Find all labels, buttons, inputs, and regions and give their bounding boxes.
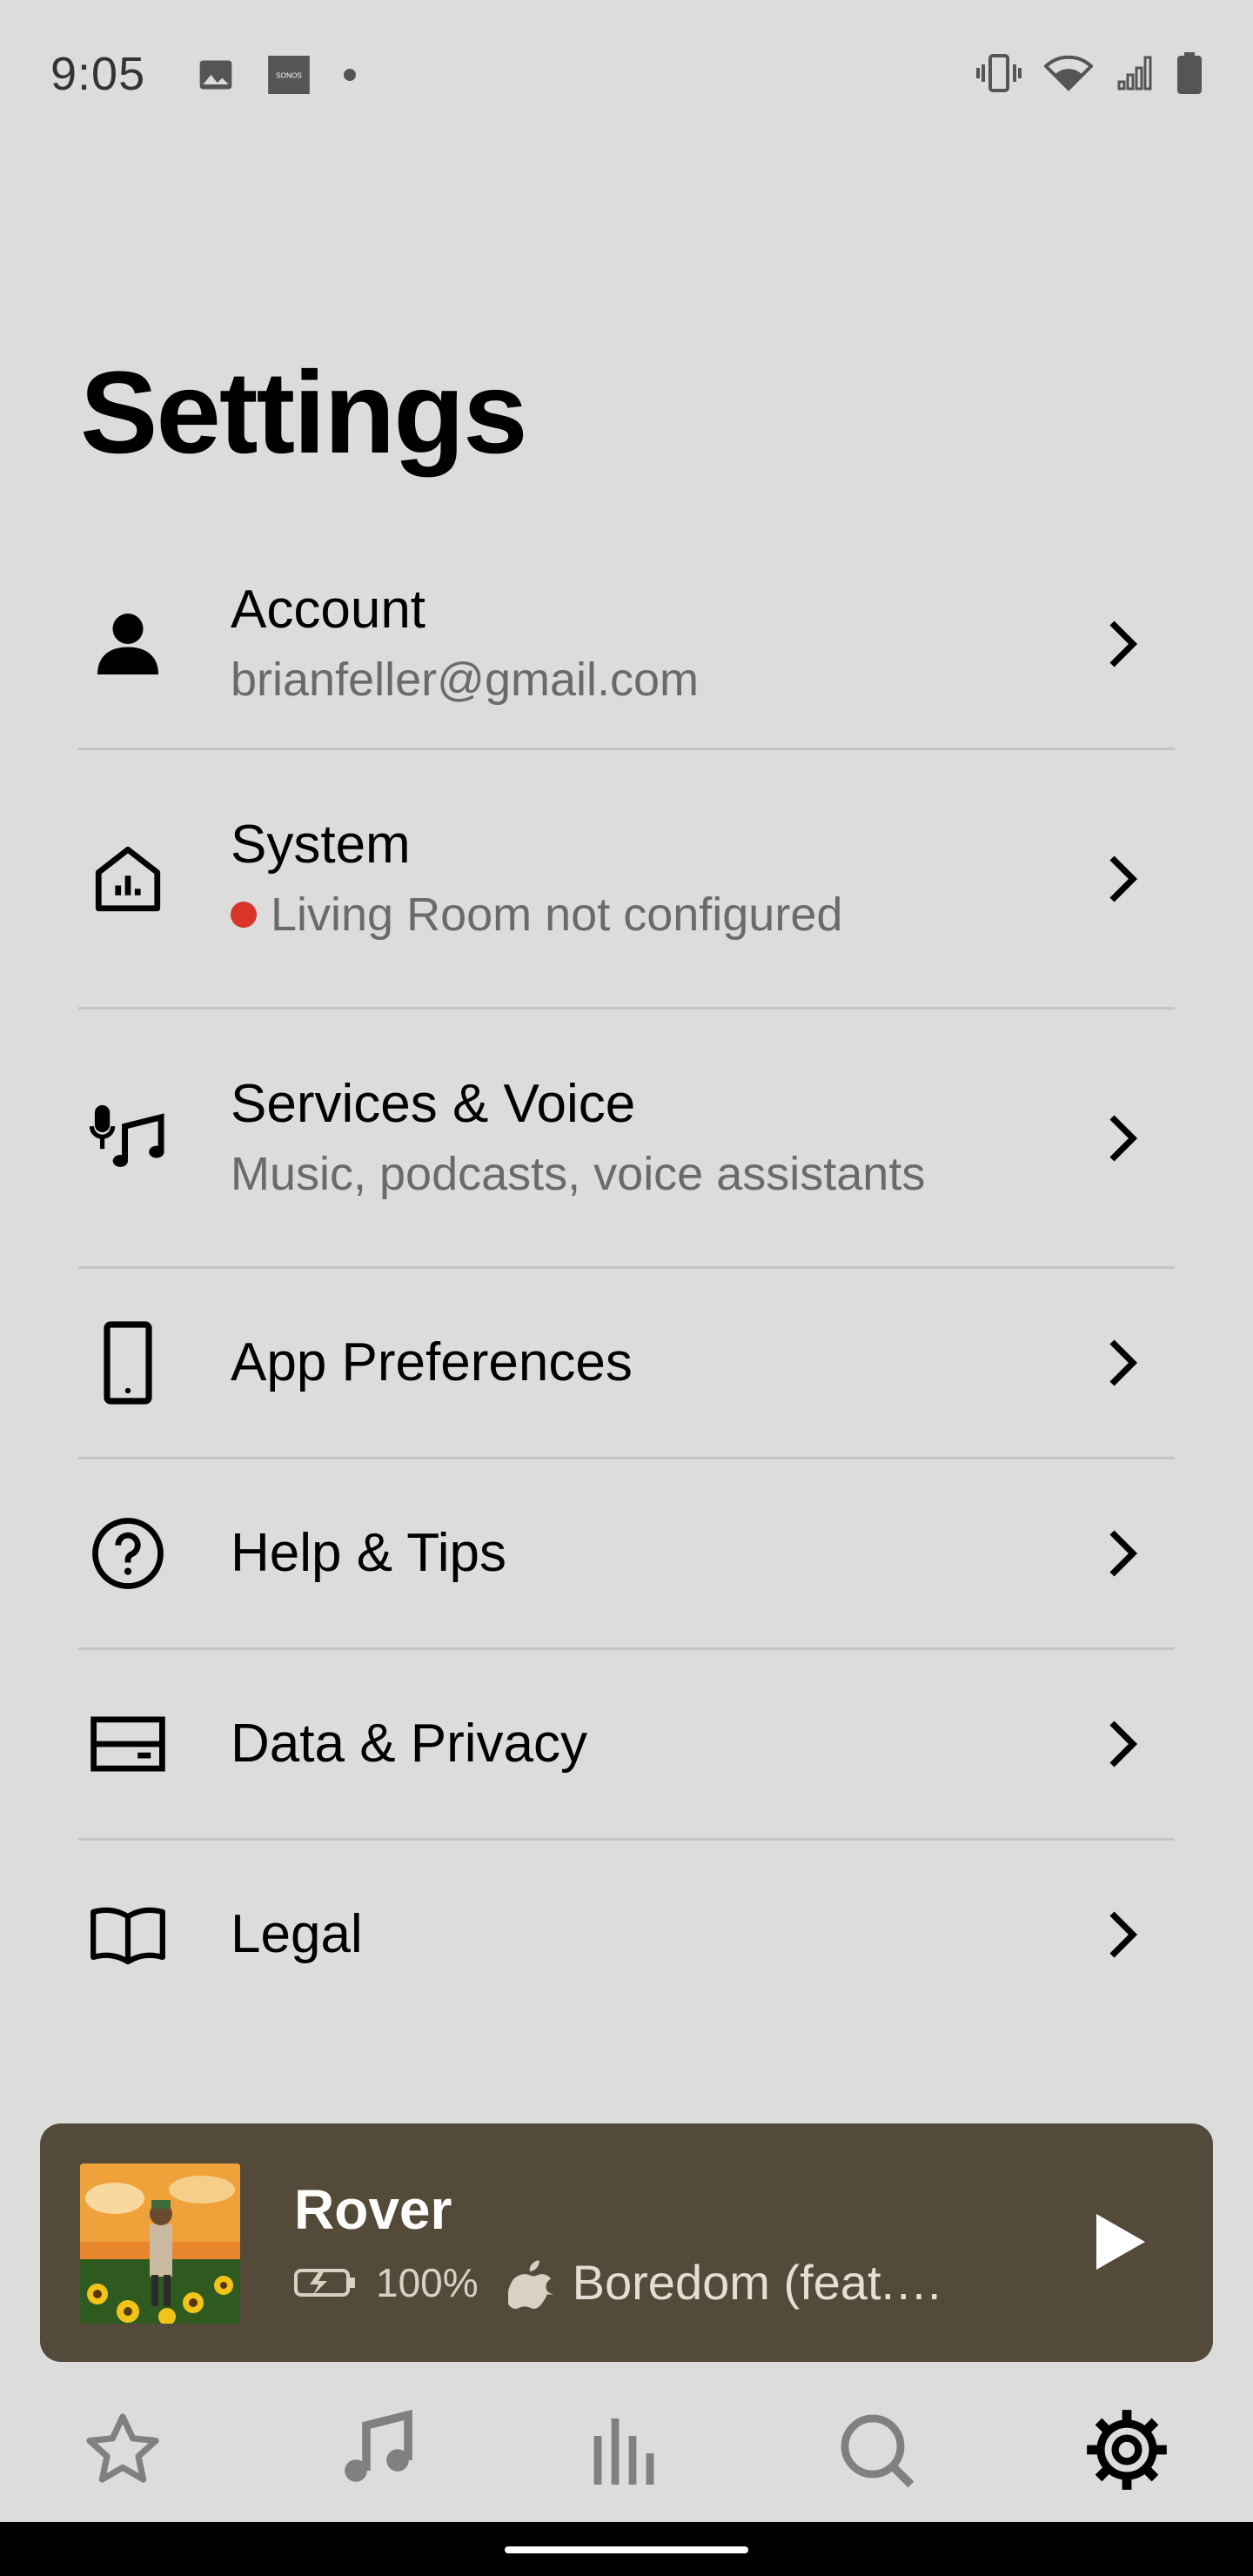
wifi-icon <box>1044 55 1093 91</box>
chevron-right-icon <box>1096 853 1149 905</box>
settings-item-title: System <box>231 815 411 875</box>
tab-music[interactable] <box>329 2402 425 2498</box>
settings-item-subtitle: Music, podcasts, voice assistants <box>231 1147 926 1200</box>
home-gesture-handle[interactable] <box>505 2546 748 2553</box>
settings-item-text: Services & Voice Music, podcasts, voice … <box>231 1075 925 1200</box>
help-icon <box>89 1514 167 1593</box>
star-icon <box>86 2413 159 2483</box>
settings-item-app-preferences[interactable]: App Preferences <box>78 1269 1175 1459</box>
settings-item-services[interactable]: Services & Voice Music, podcasts, voice … <box>78 1010 1175 1269</box>
chevron-right-icon <box>1096 1112 1149 1164</box>
settings-item-legal[interactable]: Legal <box>78 1841 1175 2029</box>
tab-settings[interactable] <box>1079 2402 1175 2498</box>
notification-icons: SONOS <box>197 56 357 94</box>
search-icon <box>841 2414 915 2488</box>
bottom-tab-bar <box>0 2385 1253 2524</box>
vibrate-icon <box>976 54 1022 92</box>
settings-item-title: Account <box>231 580 426 641</box>
settings-item-title: App Preferences <box>231 1332 633 1392</box>
settings-item-data-privacy[interactable]: Data & Privacy <box>78 1650 1175 1841</box>
play-button[interactable] <box>1082 2207 1152 2277</box>
music-note-icon <box>345 2409 412 2482</box>
settings-item-system[interactable]: System Living Room not configured <box>78 750 1175 1010</box>
settings-item-title: Legal <box>231 1903 363 1964</box>
chevron-right-icon <box>1096 618 1149 670</box>
tab-search[interactable] <box>828 2402 924 2498</box>
settings-item-text: Data & Privacy <box>231 1714 587 1774</box>
now-playing-bar[interactable]: Rover 100% Boredom (feat.… <box>40 2123 1213 2362</box>
chevron-right-icon <box>1096 1527 1149 1580</box>
settings-item-text: App Preferences <box>231 1332 633 1392</box>
status-bar: 9:05 SONOS <box>0 0 1253 148</box>
settings-list: Account brianfeller@gmail.com System Liv… <box>78 540 1175 2029</box>
chevron-right-icon <box>1096 1718 1149 1770</box>
dot-icon <box>344 69 356 81</box>
settings-item-text: System Living Room not configured <box>231 815 842 941</box>
settings-item-help[interactable]: Help & Tips <box>78 1459 1175 1650</box>
tab-favorites[interactable] <box>75 2402 171 2498</box>
settings-item-text: Help & Tips <box>231 1522 507 1583</box>
page-title: Settings <box>80 348 528 478</box>
settings-item-subtitle: Living Room not configured <box>271 888 843 941</box>
system-icons <box>976 52 1203 94</box>
battery-icon <box>1177 52 1202 94</box>
gear-icon <box>1087 2410 1167 2490</box>
settings-item-title: Data & Privacy <box>231 1713 588 1774</box>
person-icon <box>89 605 167 683</box>
settings-item-title: Help & Tips <box>231 1522 507 1583</box>
tab-rooms[interactable] <box>578 2402 673 2498</box>
card-icon <box>89 1705 167 1783</box>
system-navigation-bar <box>0 2522 1253 2576</box>
image-icon <box>199 60 232 90</box>
status-time: 9:05 <box>50 48 146 100</box>
now-playing-meta: 100% Boredom (feat.… <box>294 2254 943 2311</box>
signal-icon <box>1117 56 1152 91</box>
chevron-right-icon <box>1096 1909 1149 1961</box>
settings-item-text: Legal <box>231 1903 363 1964</box>
settings-item-account[interactable]: Account brianfeller@gmail.com <box>78 540 1175 750</box>
track-title: Boredom (feat.… <box>572 2255 944 2310</box>
status-dot <box>231 901 257 928</box>
phone-icon <box>89 1321 167 1405</box>
battery-percent: 100% <box>376 2259 479 2305</box>
home-icon <box>89 840 167 918</box>
chevron-right-icon <box>1096 1337 1149 1389</box>
room-name: Rover <box>294 2178 452 2241</box>
bars-icon <box>593 2418 654 2485</box>
apple-icon <box>507 2259 553 2309</box>
settings-item-subtitle: brianfeller@gmail.com <box>231 653 699 706</box>
settings-item-title: Services & Voice <box>231 1074 636 1135</box>
svg-text:SONOS: SONOS <box>276 72 302 80</box>
album-art <box>80 2163 240 2324</box>
battery-charging-icon <box>294 2268 355 2297</box>
mic-music-icon <box>89 1099 167 1177</box>
settings-item-subtitle-row: Living Room not configured <box>231 888 842 942</box>
book-icon <box>89 1895 167 1974</box>
settings-item-text: Account brianfeller@gmail.com <box>231 580 699 706</box>
sonos-icon: SONOS <box>268 56 310 94</box>
